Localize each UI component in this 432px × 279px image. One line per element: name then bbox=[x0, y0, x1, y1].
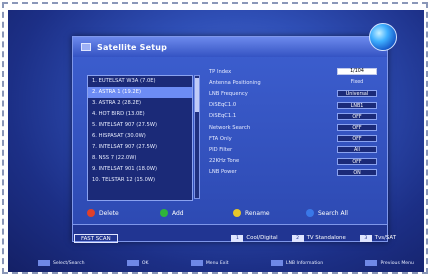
remote-key-icon bbox=[190, 260, 203, 266]
color-dot-icon bbox=[160, 209, 168, 217]
satellite-list-item[interactable]: 7. INTELSAT 907 (27.5W) bbox=[88, 142, 192, 153]
remote-key-icon bbox=[38, 260, 50, 266]
setting-value[interactable]: Universal bbox=[337, 90, 377, 98]
settings-panel: TP Index 1/104 Antenna Positioning Fixed LNB… bbox=[209, 67, 379, 203]
globe-icon bbox=[369, 23, 397, 51]
setting-label: DiSEqC1.0 bbox=[209, 102, 237, 109]
color-key-label: Delete bbox=[99, 209, 119, 217]
satellite-list-item[interactable]: 4. HOT BIRD (13.0E) bbox=[88, 109, 192, 120]
setting-row[interactable]: LNB Power ON bbox=[209, 168, 377, 177]
bottom-help-item: LNB Information bbox=[270, 260, 324, 266]
satellite-list-item[interactable]: 3. ASTRA 2 (28.2E) bbox=[88, 98, 192, 109]
color-key-label: Search All bbox=[318, 209, 348, 217]
setting-label: TP Index bbox=[209, 68, 232, 75]
bottom-help-item: OK bbox=[126, 260, 149, 266]
scrollbar-thumb[interactable] bbox=[195, 78, 199, 112]
setting-value[interactable]: OFF bbox=[337, 157, 377, 165]
setting-row[interactable]: TP Index 1/104 bbox=[209, 67, 377, 76]
help-label: Cool/Digital bbox=[246, 235, 278, 241]
setting-label: FTA Only bbox=[209, 135, 232, 142]
setting-row[interactable]: DiSEqC1.0 LNB1 bbox=[209, 101, 377, 110]
satellite-list-item[interactable]: 1. EUTELSAT W3A (7.0E) bbox=[88, 76, 192, 87]
color-key-bar: Delete Add Rename Search All bbox=[87, 207, 379, 219]
title-bar: Satellite Setup bbox=[73, 37, 387, 57]
setting-label: PID Filter bbox=[209, 146, 233, 153]
tv-icon bbox=[81, 43, 91, 51]
setting-value[interactable]: OFF bbox=[337, 124, 377, 131]
color-key-add[interactable]: Add bbox=[160, 209, 233, 217]
setting-label: 22KHz Tone bbox=[209, 158, 240, 165]
fast-scan-button[interactable]: FAST SCAN bbox=[74, 233, 118, 243]
setting-row[interactable]: Antenna Positioning Fixed bbox=[209, 78, 377, 87]
satellite-list[interactable]: 1. EUTELSAT W3A (7.0E) 2. ASTRA 1 (19.2E)… bbox=[87, 75, 193, 201]
bottom-help-bar: Select/Search OK Menu Exit LNB Information P… bbox=[38, 258, 414, 268]
setting-label: Network Search bbox=[209, 124, 251, 131]
setting-row[interactable]: PID Filter All bbox=[209, 145, 377, 154]
help-item[interactable]: 3 Tvs/SAT bbox=[359, 234, 396, 242]
setting-value[interactable]: 1/104 bbox=[337, 68, 377, 75]
help-item[interactable]: 1 Cool/Digital bbox=[231, 234, 278, 242]
setting-value[interactable]: All bbox=[337, 146, 377, 154]
satellite-list-item[interactable]: 5. INTELSAT 907 (27.5W) bbox=[88, 120, 192, 131]
color-key-rename[interactable]: Rename bbox=[233, 209, 306, 217]
remote-key-icon bbox=[365, 260, 378, 266]
help-label: TV Standalone bbox=[306, 235, 346, 241]
setting-label: LNB Frequency bbox=[209, 90, 248, 97]
bottom-help-item: Previous Menu bbox=[365, 260, 414, 266]
setting-value[interactable]: OFF bbox=[337, 135, 377, 143]
color-dot-icon bbox=[306, 209, 314, 217]
setting-row[interactable]: LNB Frequency Universal bbox=[209, 89, 377, 98]
color-dot-icon bbox=[87, 209, 95, 217]
satellite-list-item[interactable]: 6. HISPASAT (30.0W) bbox=[88, 131, 192, 142]
bottom-help-label: Menu Exit bbox=[205, 260, 229, 266]
satellite-setup-window: Satellite Setup 1. EUTELSAT W3A (7.0E) 2.… bbox=[72, 23, 397, 242]
bottom-help-label: Previous Menu bbox=[380, 260, 414, 266]
setting-row[interactable]: DiSEqC1.1 OFF bbox=[209, 112, 377, 121]
bottom-help-label: LNB Information bbox=[285, 260, 324, 266]
setting-label: DiSEqC1.1 bbox=[209, 113, 237, 120]
satellite-list-scrollbar[interactable] bbox=[194, 75, 200, 199]
bottom-help-label: OK bbox=[141, 260, 149, 266]
help-item[interactable]: 2 TV Standalone bbox=[291, 234, 346, 242]
window-title: Satellite Setup bbox=[97, 42, 168, 52]
color-key-search-all[interactable]: Search All bbox=[306, 209, 379, 217]
satellite-list-item[interactable]: 10. TELSTAR 12 (15.0W) bbox=[88, 175, 192, 186]
setting-row[interactable]: FTA Only OFF bbox=[209, 134, 377, 143]
setting-label: LNB Power bbox=[209, 169, 237, 176]
help-label: Tvs/SAT bbox=[374, 235, 396, 241]
setting-row[interactable]: Network Search OFF bbox=[209, 123, 377, 132]
remote-key-icon bbox=[126, 260, 139, 266]
setting-value[interactable]: Fixed bbox=[337, 79, 377, 86]
tv-screen: Satellite Setup 1. EUTELSAT W3A (7.0E) 2.… bbox=[8, 10, 424, 272]
setting-value[interactable]: OFF bbox=[337, 112, 377, 120]
satellite-list-item[interactable]: 8. NSS 7 (22.0W) bbox=[88, 153, 192, 164]
bottom-help-item: Menu Exit bbox=[190, 260, 229, 266]
help-strip: FAST SCAN 1 Cool/Digital 2 TV Standalone 3 Tv… bbox=[74, 232, 396, 244]
color-key-delete[interactable]: Delete bbox=[87, 209, 160, 217]
satellite-list-item[interactable]: 9. INTELSAT 901 (18.0W) bbox=[88, 164, 192, 175]
setting-row[interactable]: 22KHz Tone OFF bbox=[209, 157, 377, 166]
color-dot-icon bbox=[233, 209, 241, 217]
color-key-label: Add bbox=[172, 209, 184, 217]
help-key: 1 bbox=[231, 234, 244, 242]
satellite-list-item[interactable]: 2. ASTRA 1 (19.2E) bbox=[88, 87, 192, 98]
bottom-help-label: Select/Search bbox=[53, 260, 85, 266]
help-key: 2 bbox=[291, 234, 304, 242]
help-key: 3 bbox=[359, 234, 372, 242]
setting-value[interactable]: LNB1 bbox=[337, 101, 377, 109]
remote-key-icon bbox=[270, 260, 283, 266]
setting-value[interactable]: ON bbox=[337, 168, 377, 176]
color-key-label: Rename bbox=[245, 209, 270, 217]
setting-label: Antenna Positioning bbox=[209, 79, 261, 86]
bottom-help-item: Select/Search bbox=[38, 260, 85, 266]
